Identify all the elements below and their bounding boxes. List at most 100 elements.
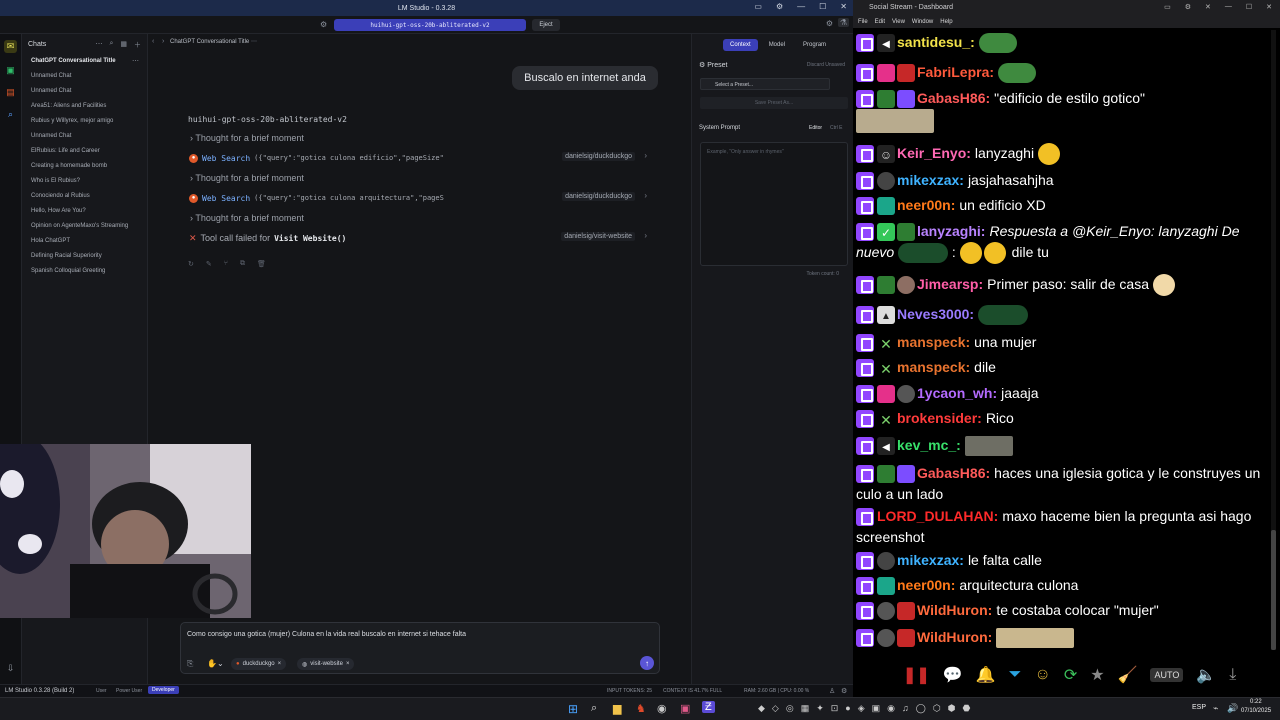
sidebar-item-chat[interactable]: Area51: Aliens and Facilities <box>31 103 106 109</box>
sidebar-item-chat[interactable]: ElRubius: Life and Career <box>31 148 100 154</box>
clock-date[interactable]: 07/10/2025 <box>1241 708 1271 714</box>
delete-icon[interactable]: 🗑 <box>257 260 266 268</box>
sidebar-item-chat[interactable]: Unnamed Chat <box>31 133 71 139</box>
file-explorer-icon[interactable]: ▆ <box>613 702 621 715</box>
plugin-icon[interactable]: ✋⌄ <box>207 659 224 668</box>
preset-select[interactable]: Select a Preset... <box>700 78 830 90</box>
download-icon[interactable]: ⇩ <box>4 662 17 675</box>
search-icon[interactable]: ⌕ <box>4 108 17 121</box>
settings-icon[interactable]: ⚙ <box>776 2 783 11</box>
gear-icon[interactable]: ⚙ <box>1185 3 1191 11</box>
chat-icon[interactable]: ✉ <box>4 40 17 53</box>
volume-icon[interactable]: 🔊 <box>1227 703 1238 714</box>
pause-button[interactable]: ❚❚ <box>903 665 930 685</box>
tool-fail-row[interactable]: ✕ Tool call failed for Visit Website() da… <box>189 231 649 245</box>
copy-icon[interactable]: ⧉ <box>240 260 245 268</box>
thought-toggle[interactable]: › Thought for a brief moment <box>190 213 304 223</box>
tab-context[interactable]: Context <box>723 39 758 51</box>
plugin-chip[interactable]: ● duckduckgo × <box>231 658 287 670</box>
tray-icons[interactable]: ◆◇◎▦✦⊡●◈▣◉♫◯⬡⬢⬣ <box>758 703 977 714</box>
attach-icon[interactable]: ⎘ <box>187 659 193 669</box>
close-button[interactable]: ✕ <box>840 2 847 11</box>
sidebar-item-chat[interactable]: Rubius y Willyrex, mejor amigo <box>31 118 113 124</box>
network-icon[interactable]: ⌁ <box>1213 703 1218 714</box>
broom-button[interactable]: 🧹 <box>1118 665 1138 685</box>
chevron-right-icon[interactable]: › <box>162 38 164 45</box>
maximize-button[interactable]: ☐ <box>1246 3 1252 11</box>
close-icon[interactable]: × <box>346 661 350 667</box>
branch-icon[interactable]: ⑂ <box>224 260 228 268</box>
app-icon[interactable]: ▣ <box>680 702 690 715</box>
settings-icon[interactable]: ⚙ <box>826 19 833 28</box>
scrollbar[interactable] <box>1271 30 1276 650</box>
close-icon[interactable]: ✕ <box>1205 3 1211 11</box>
terminal-icon[interactable]: ▣ <box>4 64 17 77</box>
sidebar-item-chat[interactable]: Opinion on AgenteMaxo's Streaming <box>31 223 128 229</box>
menu-view[interactable]: View <box>892 19 905 25</box>
tab-chat[interactable]: ChatGPT Conversational Title ⋯ <box>170 38 257 45</box>
download-button[interactable]: ⤓ <box>1229 666 1236 684</box>
refresh-button[interactable]: ⟳ <box>1064 665 1077 685</box>
tool-call-row[interactable]: ● Web Search ({"query":"gotica culona edi… <box>189 151 649 165</box>
model-selector[interactable]: huihui-gpt-oss-20b-abliterated-v2 <box>334 19 526 31</box>
send-button[interactable]: ↑ <box>640 656 654 670</box>
smile-button[interactable]: ☺ <box>1034 666 1050 684</box>
windows-start-icon[interactable]: ⊞ <box>568 702 578 716</box>
sidebar-item-chat[interactable]: Defining Racial Superiority <box>31 253 102 259</box>
filter-button[interactable]: ⏷ <box>1009 666 1022 684</box>
menu-file[interactable]: File <box>858 19 868 25</box>
menu-window[interactable]: Window <box>912 19 933 25</box>
gear-icon[interactable]: ⚙ <box>841 687 847 695</box>
discard-unsaved[interactable]: Discard Unsaved <box>807 62 845 68</box>
mode-user[interactable]: User <box>96 688 107 694</box>
tab-model[interactable]: Model <box>762 39 792 51</box>
edit-icon[interactable]: ✎ <box>206 260 212 268</box>
folder-icon[interactable]: ▤ <box>4 86 17 99</box>
more-icon[interactable]: ⋯ <box>95 40 102 50</box>
layout-icon[interactable]: ▭ <box>754 2 762 11</box>
layout-icon[interactable]: ▭ <box>1164 3 1171 11</box>
regenerate-icon[interactable]: ↻ <box>188 260 194 268</box>
sidebar-item-chat[interactable]: Unnamed Chat <box>31 88 71 94</box>
close-button[interactable]: ✕ <box>1266 3 1272 11</box>
search-icon[interactable]: ⌕ <box>109 40 113 50</box>
beaker-icon[interactable]: ⚗ <box>837 18 849 27</box>
bell-button[interactable]: 🔔 <box>976 665 996 685</box>
tool-call-row[interactable]: ● Web Search ({"query":"gotica culona arq… <box>189 191 649 205</box>
sidebar-item-chat[interactable]: Unnamed Chat <box>31 73 71 79</box>
sidebar-item-chat[interactable]: Hello, How Are You? <box>31 208 86 214</box>
sidebar-item-chat[interactable]: Hola ChatGPT <box>31 238 70 244</box>
language-indicator[interactable]: ESP <box>1192 704 1206 711</box>
scrollbar-thumb[interactable] <box>1271 530 1276 650</box>
chat-bubble-button[interactable]: 💬 <box>943 665 963 685</box>
sidebar-item-chat[interactable]: Creating a homemade bomb <box>31 163 107 169</box>
user-icon[interactable]: ♙ <box>829 687 835 695</box>
star-button[interactable]: ★ <box>1090 665 1104 685</box>
sidebar-item-chat[interactable]: ChatGPT Conversational Title <box>31 58 116 64</box>
thought-toggle[interactable]: › Thought for a brief moment <box>190 173 304 183</box>
menu-edit[interactable]: Edit <box>875 19 885 25</box>
mode-power-user[interactable]: Power User <box>116 688 142 694</box>
folder-icon[interactable]: ▦ <box>120 40 127 50</box>
chevron-left-icon[interactable]: ‹ <box>152 38 154 45</box>
sidebar-item-chat[interactable]: Who is El Rubius? <box>31 178 80 184</box>
brave-icon[interactable]: ♞ <box>636 702 646 715</box>
more-icon[interactable]: ⋯ <box>251 39 257 45</box>
thought-toggle[interactable]: › Thought for a brief moment <box>190 133 304 143</box>
plugin-chip[interactable]: ◍ visit-website × <box>297 658 355 670</box>
new-chat-button[interactable]: ＋ <box>134 40 141 50</box>
speaker-mute-button[interactable]: 🔈 <box>1196 665 1216 685</box>
minimize-button[interactable]: — <box>1225 3 1232 11</box>
sidebar-item-chat[interactable]: Spanish Colloquial Greeting <box>31 268 105 274</box>
message-composer[interactable]: Como consigo una gotica (mujer) Culona e… <box>180 622 660 674</box>
composer-input[interactable]: Como consigo una gotica (mujer) Culona e… <box>187 631 466 638</box>
more-icon[interactable]: ⋯ <box>132 57 139 65</box>
save-preset-button[interactable]: Save Preset As... <box>700 97 848 109</box>
minimize-button[interactable]: — <box>797 2 805 11</box>
menu-help[interactable]: Help <box>940 19 952 25</box>
close-icon[interactable]: × <box>278 661 282 667</box>
system-prompt-input[interactable]: Example, "Only answer in rhymes" <box>700 142 848 266</box>
mode-developer[interactable]: Developer <box>148 686 179 694</box>
tab-program[interactable]: Program <box>796 39 833 51</box>
editor-button[interactable]: Editor <box>809 125 822 131</box>
